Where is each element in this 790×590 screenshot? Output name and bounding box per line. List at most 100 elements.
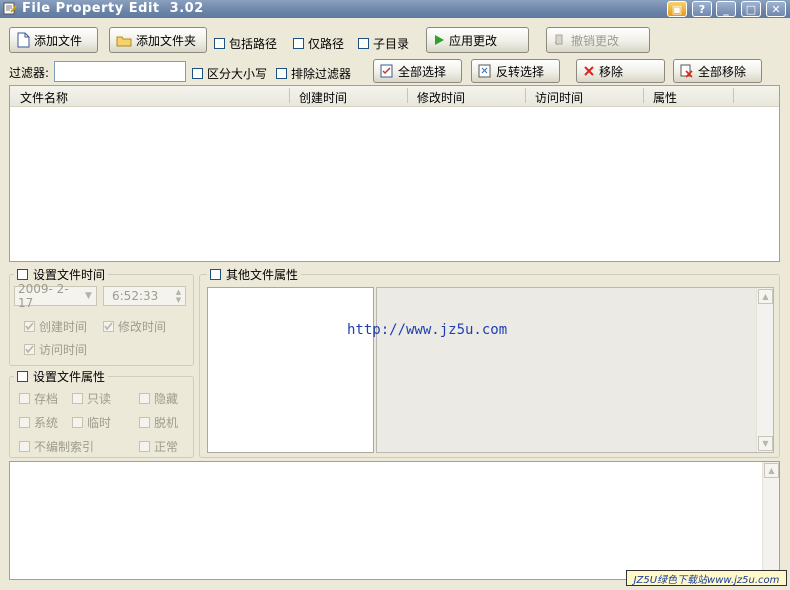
case-sensitive-checkbox[interactable]: 区分大小写 xyxy=(192,65,267,82)
subdir-label: 子目录 xyxy=(373,37,410,51)
attr-label: 不编制索引 xyxy=(34,440,95,454)
help-icon[interactable]: ? xyxy=(692,1,712,17)
attr-archive-checkbox[interactable]: 存档 xyxy=(19,390,58,407)
column-header-modified[interactable]: 修改时间 xyxy=(417,89,465,106)
attr-normal-checkbox[interactable]: 正常 xyxy=(139,438,178,455)
vertical-scrollbar[interactable]: ▲ xyxy=(762,462,779,579)
attr-label: 系统 xyxy=(34,416,59,430)
box-icon[interactable]: ▣ xyxy=(667,1,687,17)
checkbox-box[interactable] xyxy=(72,393,83,404)
column-header-attributes[interactable]: 属性 xyxy=(653,89,677,106)
other-attr-list[interactable] xyxy=(207,287,374,453)
time-value: 6:52:33 xyxy=(112,289,159,303)
undo-changes-button[interactable]: 撤销更改 xyxy=(546,27,650,53)
checkbox-box[interactable] xyxy=(72,417,83,428)
checkbox-box[interactable] xyxy=(139,417,150,428)
column-divider[interactable] xyxy=(407,88,408,103)
attr-not-indexed-checkbox[interactable]: 不编制索引 xyxy=(19,438,94,455)
filter-input[interactable] xyxy=(54,61,186,82)
apply-changes-button[interactable]: 应用更改 xyxy=(426,27,529,53)
attr-readonly-checkbox[interactable]: 只读 xyxy=(72,390,111,407)
scroll-up-icon[interactable]: ▲ xyxy=(758,289,773,304)
column-divider[interactable] xyxy=(733,88,734,103)
checkbox-box[interactable] xyxy=(24,321,35,332)
add-folder-button[interactable]: 添加文件夹 xyxy=(109,27,207,53)
output-panel[interactable]: ▲ xyxy=(9,461,780,580)
apply-label: 应用更改 xyxy=(449,33,498,48)
title-bar: File Property Edit 3.02 ▣ ? _ □ ✕ xyxy=(0,0,790,18)
file-attr-group-title[interactable]: 设置文件属性 xyxy=(14,368,109,385)
checkbox-box[interactable] xyxy=(139,441,150,452)
close-button[interactable]: ✕ xyxy=(766,1,786,17)
checkbox-box[interactable] xyxy=(17,269,28,280)
accessed-time-label: 访问时间 xyxy=(39,343,88,357)
maximize-button[interactable]: □ xyxy=(741,1,761,17)
x-icon xyxy=(584,66,594,76)
remove-label: 移除 xyxy=(599,64,624,79)
column-header-created[interactable]: 创建时间 xyxy=(299,89,347,106)
attr-label: 脱机 xyxy=(154,416,179,430)
checkbox-box[interactable] xyxy=(103,321,114,332)
attr-system-checkbox[interactable]: 系统 xyxy=(19,414,58,431)
column-header-name[interactable]: 文件名称 xyxy=(20,89,68,106)
chevron-down-icon[interactable]: ▼ xyxy=(81,288,96,304)
add-file-label: 添加文件 xyxy=(34,33,83,48)
date-picker[interactable]: 2009- 2-17 ▼ xyxy=(14,282,97,310)
add-file-button[interactable]: 添加文件 xyxy=(9,27,98,53)
path-only-label: 仅路径 xyxy=(308,37,345,51)
scroll-down-icon[interactable]: ▼ xyxy=(758,436,773,451)
checkbox-box[interactable] xyxy=(293,38,304,49)
remove-all-icon xyxy=(680,64,693,78)
created-time-checkbox[interactable]: 创建时间 xyxy=(24,318,87,335)
case-sensitive-label: 区分大小写 xyxy=(207,67,268,81)
other-attr-group-title[interactable]: 其他文件属性 xyxy=(207,266,302,283)
modified-time-label: 修改时间 xyxy=(118,320,167,334)
time-picker[interactable]: 6:52:33 ▲ ▼ xyxy=(103,286,186,306)
checkbox-box[interactable] xyxy=(276,68,287,79)
checkbox-box[interactable] xyxy=(210,269,221,280)
subdir-checkbox[interactable]: 子目录 xyxy=(358,35,409,52)
checkbox-box[interactable] xyxy=(192,68,203,79)
check-icon xyxy=(25,345,34,354)
spinner-icon[interactable]: ▲ ▼ xyxy=(172,288,185,304)
include-path-checkbox[interactable]: 包括路径 xyxy=(214,35,277,52)
site-badge: JZ5U绿色下载站www.jz5u.com xyxy=(626,570,787,586)
invert-icon xyxy=(478,64,491,78)
column-divider[interactable] xyxy=(289,88,290,103)
minimize-button[interactable]: _ xyxy=(716,1,736,17)
file-time-group-title[interactable]: 设置文件时间 xyxy=(14,266,109,283)
other-attr-detail[interactable]: ▲ ▼ xyxy=(376,287,774,453)
column-header-accessed[interactable]: 访问时间 xyxy=(535,89,583,106)
checkbox-box[interactable] xyxy=(214,38,225,49)
exclude-filter-checkbox[interactable]: 排除过滤器 xyxy=(276,65,351,82)
checkbox-box[interactable] xyxy=(19,441,30,452)
accessed-time-checkbox[interactable]: 访问时间 xyxy=(24,341,87,358)
attr-temporary-checkbox[interactable]: 临时 xyxy=(72,414,111,431)
exclude-filter-label: 排除过滤器 xyxy=(291,67,352,81)
invert-label: 反转选择 xyxy=(496,64,545,79)
file-list-header: 文件名称 创建时间 修改时间 访问时间 属性 xyxy=(10,86,779,107)
check-icon xyxy=(25,322,34,331)
include-path-label: 包括路径 xyxy=(229,37,278,51)
attr-hidden-checkbox[interactable]: 隐藏 xyxy=(139,390,178,407)
checkbox-box[interactable] xyxy=(358,38,369,49)
remove-all-button[interactable]: 全部移除 xyxy=(673,59,762,83)
modified-time-checkbox[interactable]: 修改时间 xyxy=(103,318,166,335)
checkbox-box[interactable] xyxy=(19,417,30,428)
checkbox-box[interactable] xyxy=(19,393,30,404)
remove-button[interactable]: 移除 xyxy=(576,59,665,83)
scroll-up-icon[interactable]: ▲ xyxy=(764,463,779,478)
checkbox-box[interactable] xyxy=(24,344,35,355)
checkbox-box[interactable] xyxy=(139,393,150,404)
column-divider[interactable] xyxy=(643,88,644,103)
attr-offline-checkbox[interactable]: 脱机 xyxy=(139,414,178,431)
created-time-label: 创建时间 xyxy=(39,320,88,334)
checkbox-box[interactable] xyxy=(17,371,28,382)
vertical-scrollbar[interactable]: ▲ ▼ xyxy=(756,288,773,452)
file-list[interactable]: 文件名称 创建时间 修改时间 访问时间 属性 xyxy=(9,85,780,262)
column-divider[interactable] xyxy=(525,88,526,103)
remove-all-label: 全部移除 xyxy=(698,64,747,79)
path-only-checkbox[interactable]: 仅路径 xyxy=(293,35,344,52)
select-all-button[interactable]: 全部选择 xyxy=(373,59,462,83)
invert-selection-button[interactable]: 反转选择 xyxy=(471,59,560,83)
